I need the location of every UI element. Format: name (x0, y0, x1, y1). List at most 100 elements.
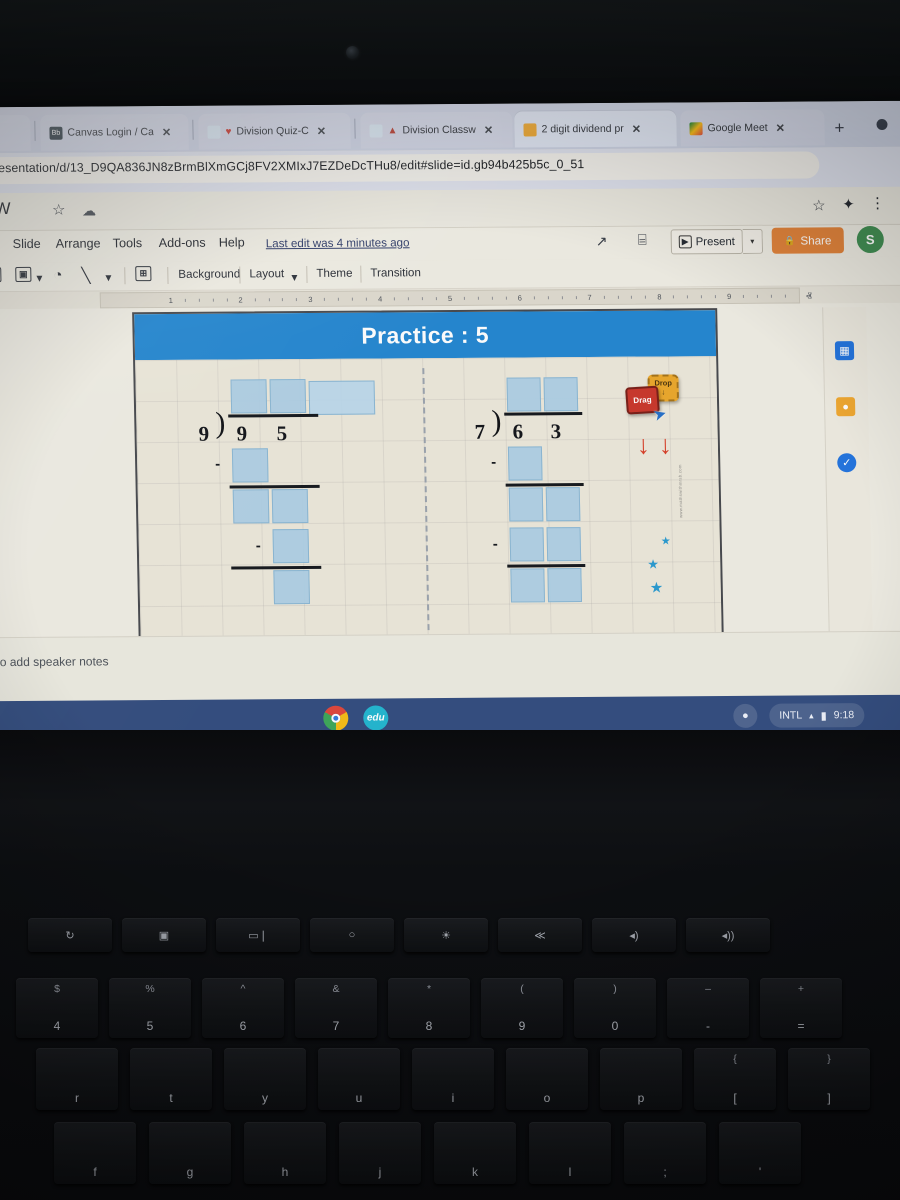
document-title[interactable]: -CW (0, 199, 11, 219)
calendar-icon[interactable]: ▦ (834, 341, 855, 361)
chrome-menu-icon[interactable]: ⋮ (870, 194, 885, 212)
collapse-panel-caret-icon[interactable]: ⱏ (806, 289, 812, 304)
present-button[interactable]: ▶ Present (670, 228, 744, 255)
present-dropdown-caret-icon[interactable]: ▾ (742, 228, 764, 254)
system-tray[interactable]: INTL ▴ ▮ 9:18 (769, 703, 865, 728)
browser-tab-5[interactable]: Google Meet ✕ (680, 109, 825, 147)
key-6[interactable]: ^ 6 (202, 978, 284, 1038)
menu-help[interactable]: Help (219, 235, 245, 249)
key--[interactable]: – - (667, 978, 749, 1038)
quotient-dropbox[interactable] (506, 377, 542, 412)
star-doc-icon[interactable]: ☆ (52, 201, 66, 219)
quotient-dropbox[interactable] (543, 377, 579, 412)
key-fn-3[interactable]: ○ (310, 918, 394, 952)
key-fn-5[interactable]: ≪ (498, 918, 582, 952)
key-k[interactable]: k (434, 1122, 516, 1184)
key-fn-6[interactable]: ◂) (592, 918, 676, 952)
work-dropbox[interactable] (507, 446, 543, 481)
key-=[interactable]: + = (760, 978, 842, 1038)
work-dropbox[interactable] (545, 487, 581, 522)
keep-icon[interactable]: ● (835, 397, 856, 417)
theme-button[interactable]: Theme (316, 267, 352, 280)
browser-tab-0[interactable]: 50 co ✕ (0, 114, 31, 152)
edu-app-icon[interactable]: edu (363, 705, 389, 731)
work-dropbox[interactable] (271, 488, 309, 524)
work-dropbox[interactable] (509, 527, 545, 562)
tasks-icon[interactable]: ✓ (837, 453, 857, 473)
browser-tab-4-active[interactable]: 2 digit dividend pr ✕ (514, 110, 677, 148)
last-edit-link[interactable]: Last edit was 4 minutes ago (266, 236, 410, 250)
key-t[interactable]: t (130, 1048, 212, 1110)
key-fn-4[interactable]: ☀ (404, 918, 488, 952)
key-9[interactable]: (9 (481, 978, 563, 1038)
browser-tab-1[interactable]: Bb Canvas Login / Ca ✕ (40, 113, 189, 151)
remainder-dropbox[interactable] (547, 568, 583, 603)
key-7[interactable]: & 7 (295, 978, 377, 1038)
key-g[interactable]: g (149, 1122, 231, 1184)
menu-tools[interactable]: Tools (113, 236, 143, 250)
chrome-launcher-icon[interactable] (323, 705, 349, 731)
tab-close-icon[interactable]: ✕ (632, 122, 641, 135)
user-avatar[interactable]: S (856, 225, 885, 254)
work-dropbox[interactable] (508, 487, 544, 522)
line-dropdown-caret-icon[interactable]: ▾ (105, 270, 111, 284)
key-l[interactable]: l (529, 1122, 611, 1184)
new-tab-button[interactable]: + (834, 118, 844, 138)
work-dropbox[interactable] (232, 489, 270, 524)
activity-trend-icon[interactable]: ↗ (596, 233, 608, 250)
work-dropbox[interactable] (546, 527, 582, 562)
key-[[interactable]: {[ (694, 1048, 776, 1110)
key-8[interactable]: * 8 (388, 978, 470, 1038)
share-button[interactable]: 🔒 Share (771, 227, 845, 254)
quotient-dropbox[interactable] (230, 379, 268, 414)
transition-button[interactable]: Transition (370, 266, 421, 279)
menu-arrange[interactable]: Arrange (56, 236, 101, 250)
bookmark-star-icon[interactable]: ☆ (812, 196, 826, 214)
key-5[interactable]: % 5 (109, 978, 191, 1038)
key-y[interactable]: y (224, 1048, 306, 1110)
key-fn-0[interactable]: ↻ (28, 918, 112, 952)
key-fn-1[interactable]: ▣ (122, 918, 206, 952)
key-4[interactable]: $4 (16, 978, 98, 1038)
quotient-dropbox[interactable] (269, 378, 307, 414)
key-o[interactable]: o (506, 1048, 588, 1110)
key-'[interactable]: ' (719, 1122, 801, 1184)
browser-tab-3[interactable]: ▲ Division Classw ✕ (360, 111, 513, 149)
key-f[interactable]: f (54, 1122, 136, 1184)
comment-icon[interactable]: ⌸ (638, 232, 647, 249)
slide-thumbnail-main[interactable]: Practice : 5 9 ) 9 5 - - 7) 6 3 - - Dro… (132, 308, 724, 643)
key-fn-2[interactable]: ▭❘ (216, 918, 300, 952)
speaker-notes-pane[interactable] (0, 630, 900, 702)
profile-avatar-icon[interactable] (876, 118, 888, 130)
key-p[interactable]: p (600, 1048, 682, 1110)
key-r[interactable]: r (36, 1048, 118, 1110)
menu-addons[interactable]: Add-ons (159, 236, 206, 250)
key-0[interactable]: ) 0 (574, 978, 656, 1038)
image-dropdown-caret-icon[interactable]: ▾ (36, 271, 42, 285)
remainder-dropbox[interactable] (510, 568, 546, 603)
shape-tool-icon[interactable]: ◔ (53, 267, 62, 284)
tab-close-icon[interactable]: ✕ (162, 125, 171, 138)
key-j[interactable]: j (339, 1122, 421, 1184)
tab-close-icon[interactable]: ✕ (776, 121, 785, 134)
work-dropbox[interactable] (231, 448, 269, 483)
menu-slide[interactable]: Slide (13, 237, 41, 251)
tab-close-icon[interactable]: ✕ (484, 123, 493, 136)
key-][interactable]: }] (788, 1048, 870, 1110)
browser-tab-2[interactable]: ♥ Division Quiz-C ✕ (198, 112, 351, 150)
key-fn-7[interactable]: ◂)) (686, 918, 770, 952)
work-dropbox[interactable] (272, 528, 310, 564)
layout-button[interactable]: Layout (249, 267, 284, 280)
extensions-puzzle-icon[interactable]: ✦ (842, 195, 855, 213)
layout-caret-icon[interactable]: ▾ (291, 270, 297, 284)
line-tool-icon[interactable]: ╲ (81, 267, 90, 285)
insert-image-tool[interactable]: ▣ (15, 266, 32, 283)
key-i[interactable]: i (412, 1048, 494, 1110)
tab-close-icon[interactable]: ✕ (317, 124, 326, 137)
quotient-remainder-dropbox[interactable] (308, 380, 376, 415)
background-button[interactable]: Background (178, 267, 240, 280)
microphone-icon[interactable]: ● (733, 703, 758, 728)
key-h[interactable]: h (244, 1122, 326, 1184)
key-u[interactable]: u (318, 1048, 400, 1110)
key-;[interactable]: ; (624, 1122, 706, 1184)
